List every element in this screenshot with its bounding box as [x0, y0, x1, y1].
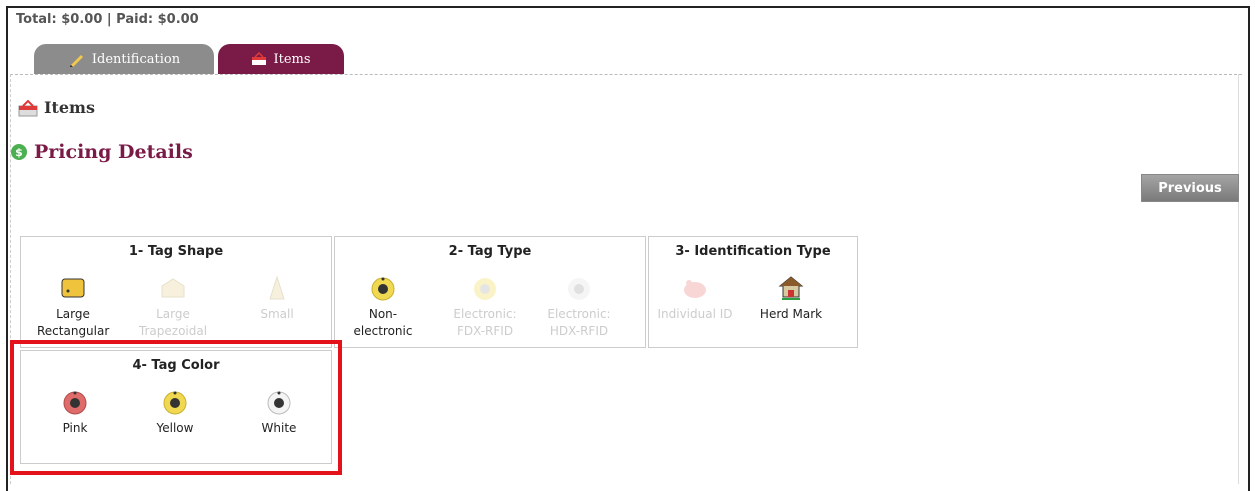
- option-label: Herd Mark: [759, 307, 823, 321]
- trapezoidal-tag-icon: [161, 278, 185, 298]
- tab-items[interactable]: Items: [218, 44, 344, 74]
- tab-divider: [10, 74, 1242, 75]
- scrollbar-track[interactable]: [1238, 74, 1239, 484]
- cart-icon: [18, 99, 38, 116]
- option-herd-mark[interactable]: Herd Mark: [749, 275, 833, 323]
- option-individual-id: Individual ID: [653, 275, 737, 323]
- pencil-icon: [69, 55, 83, 67]
- fdx-tag-icon: [474, 278, 496, 300]
- option-electronic-hdx: Electronic: HDX-RFID: [543, 275, 615, 340]
- option-label: Large Trapezoidal: [138, 307, 208, 338]
- tab-identification[interactable]: Identification: [34, 44, 214, 74]
- tab-label: Identification: [91, 51, 181, 67]
- svg-text:$: $: [15, 146, 23, 159]
- panel-title: 2- Tag Type: [448, 244, 532, 259]
- option-label: Small: [260, 307, 294, 321]
- option-label: Electronic: HDX-RFID: [547, 307, 611, 338]
- items-heading: Items: [18, 98, 95, 117]
- option-non-electronic[interactable]: Non-electronic: [347, 275, 419, 340]
- option-label: Electronic: FDX-RFID: [453, 307, 517, 338]
- small-tag-icon: [269, 275, 285, 300]
- option-small: Small: [241, 275, 313, 323]
- highlight-box: [10, 340, 342, 475]
- option-electronic-fdx: Electronic: FDX-RFID: [449, 275, 521, 340]
- panel-tag-type: 2- Tag Type Non-electronic Electronic: F…: [334, 236, 646, 348]
- dollar-coin-icon: $: [11, 144, 27, 160]
- option-label: Non-electronic: [353, 307, 413, 338]
- pig-icon: [684, 280, 706, 298]
- option-large-trapezoidal: Large Trapezoidal: [137, 275, 209, 340]
- panel-title: 3- Identification Type: [675, 244, 831, 259]
- barn-icon: [778, 276, 804, 300]
- hdx-tag-icon: [568, 278, 590, 300]
- cart-icon: [252, 52, 267, 65]
- option-large-rectangular[interactable]: Large Rectangular: [37, 275, 109, 340]
- items-heading-label: Items: [44, 98, 95, 117]
- option-label: Individual ID: [657, 307, 733, 321]
- previous-button[interactable]: Previous: [1141, 174, 1239, 202]
- tab-label: Items: [273, 51, 311, 67]
- option-label: Large Rectangular: [37, 307, 110, 338]
- yellow-tag-icon: [371, 277, 395, 301]
- panel-title: 1- Tag Shape: [128, 244, 224, 259]
- pricing-details-label: Pricing Details: [34, 141, 193, 163]
- totals-summary: Total: $0.00 | Paid: $0.00: [16, 12, 199, 27]
- pricing-details-heading: $ Pricing Details: [10, 141, 193, 163]
- rectangular-tag-icon: [61, 278, 85, 298]
- panel-identification-type: 3- Identification Type Individual ID Her…: [648, 236, 858, 348]
- panel-tag-shape: 1- Tag Shape Large Rectangular Large Tra…: [20, 236, 332, 348]
